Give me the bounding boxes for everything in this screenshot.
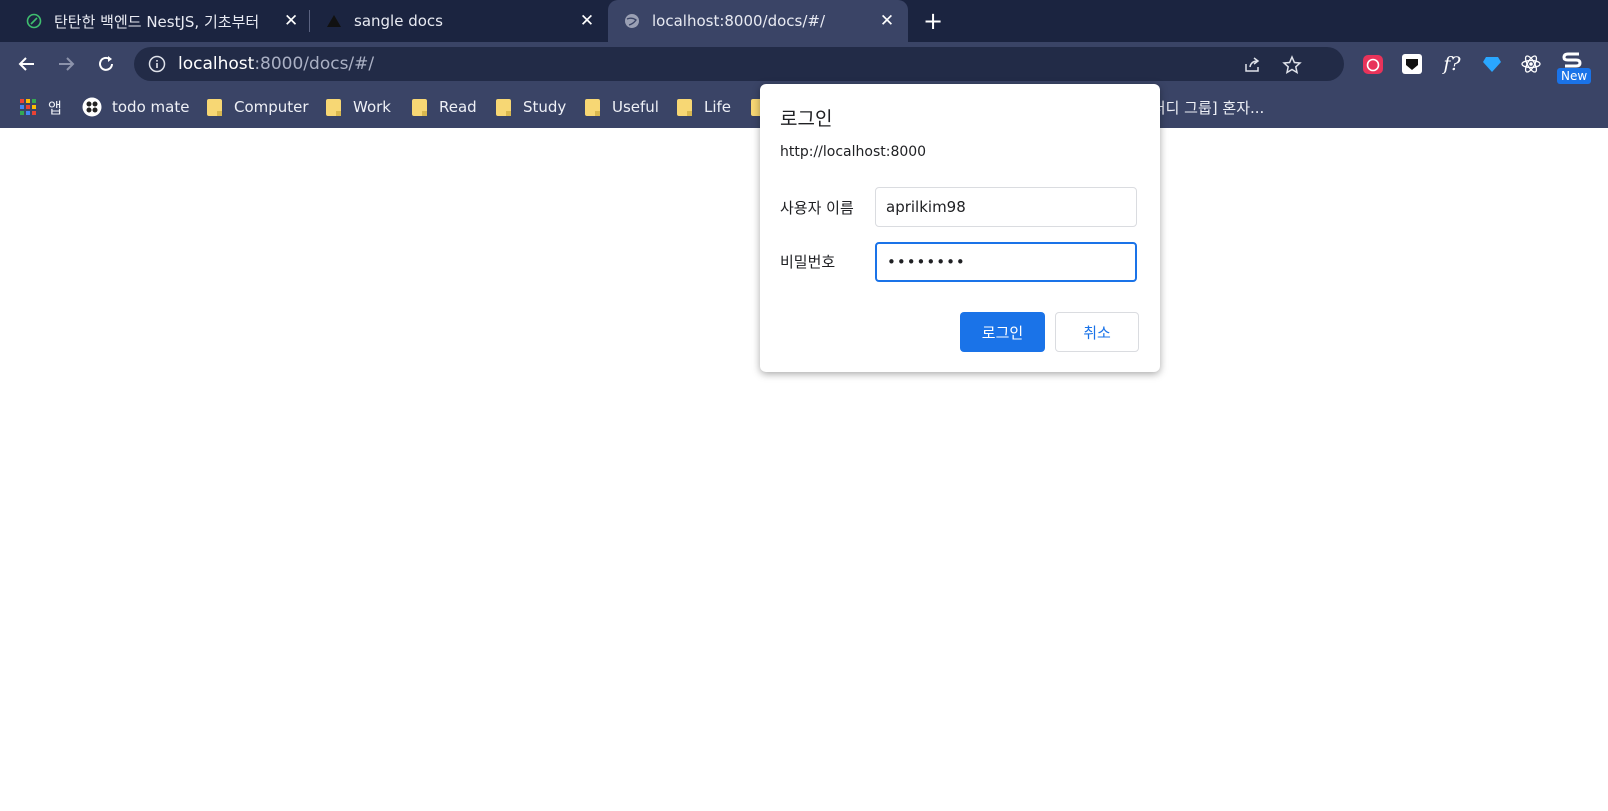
reload-icon (99, 56, 113, 71)
nestjs-leaf-icon (26, 13, 42, 29)
password-field[interactable]: •••••••• (875, 242, 1137, 282)
dialog-title: 로그인 (780, 108, 833, 130)
reload-button[interactable] (92, 50, 120, 78)
close-icon[interactable]: ✕ (878, 12, 896, 30)
bookmark-label: Study (523, 98, 567, 116)
bookmark-todo-mate[interactable]: todo mate (82, 86, 189, 128)
folder-icon (585, 98, 600, 116)
new-tab-button[interactable]: + (920, 8, 946, 34)
share-icon[interactable] (1242, 55, 1262, 75)
bookmark-apps[interactable]: 앱 (20, 86, 62, 128)
password-label: 비밀번호 (780, 253, 836, 271)
pocket-extension-icon[interactable] (1400, 52, 1424, 76)
toolbar: localhost:8000/docs/#/ f? New (0, 42, 1608, 86)
address-bar[interactable]: localhost:8000/docs/#/ (134, 47, 1344, 81)
tab-nestjs[interactable]: 탄탄한 백엔드 NestJS, 기초부터 ✕ (0, 0, 308, 42)
tab-sangle-docs[interactable]: sangle docs ✕ (308, 0, 608, 42)
bookmark-label: Read (439, 98, 477, 116)
bookmark-label: todo mate (112, 98, 190, 116)
tab-strip: 탄탄한 백엔드 NestJS, 기초부터 ✕ sangle docs ✕ loc… (0, 0, 1608, 42)
bookmark-folder-study[interactable]: Study (496, 86, 566, 128)
apps-grid-icon (20, 99, 36, 115)
bookmark-folder-life[interactable]: Life (677, 86, 731, 128)
dialog-origin: http://localhost:8000 (780, 144, 927, 160)
folder-icon (207, 98, 222, 116)
bookmark-folder-computer[interactable]: Computer (207, 86, 309, 128)
bookmark-folder-work[interactable]: Work (326, 86, 391, 128)
bookmark-folder-read[interactable]: Read (412, 86, 477, 128)
folder-icon (326, 98, 341, 116)
username-field[interactable]: aprilkim98 (875, 187, 1137, 227)
cancel-button[interactable]: 취소 (1055, 312, 1139, 352)
tab-title: sangle docs (354, 12, 443, 30)
login-button[interactable]: 로그인 (960, 312, 1045, 352)
gem-extension-icon[interactable] (1480, 52, 1504, 76)
formula-extension-icon[interactable]: f? (1440, 52, 1464, 76)
bookmark-label: Work (353, 98, 391, 116)
arrow-left-icon (18, 57, 34, 71)
folder-icon (412, 98, 427, 116)
bookmark-label: 앱 (48, 98, 62, 117)
folder-icon (496, 98, 511, 116)
bookmark-label: Life (704, 98, 732, 116)
close-icon[interactable]: ✕ (284, 12, 298, 30)
triangle-icon (326, 13, 342, 29)
todo-mate-icon (82, 97, 102, 117)
info-icon[interactable] (148, 55, 166, 73)
tab-localhost[interactable]: localhost:8000/docs/#/ ✕ (608, 0, 908, 42)
tab-title: localhost:8000/docs/#/ (652, 12, 826, 30)
back-button[interactable] (13, 50, 41, 78)
close-icon[interactable]: ✕ (578, 12, 596, 30)
folder-icon (677, 98, 692, 116)
timer-extension-icon[interactable] (1361, 52, 1385, 76)
login-dialog: 로그인 http://localhost:8000 사용자 이름 aprilki… (760, 84, 1160, 372)
url-text: localhost:8000/docs/#/ (178, 54, 375, 74)
username-label: 사용자 이름 (780, 199, 854, 217)
arrow-right-icon (59, 57, 75, 71)
forward-button[interactable] (52, 50, 80, 78)
bookmark-label: Computer (234, 98, 309, 116)
star-icon[interactable] (1282, 55, 1302, 75)
bookmark-label: Useful (612, 98, 659, 116)
new-badge: New (1557, 68, 1592, 84)
react-devtools-icon[interactable] (1519, 52, 1543, 76)
globe-icon (624, 13, 640, 29)
bookmark-folder-useful[interactable]: Useful (585, 86, 659, 128)
tab-title: 탄탄한 백엔드 NestJS, 기초부터 (54, 12, 260, 31)
